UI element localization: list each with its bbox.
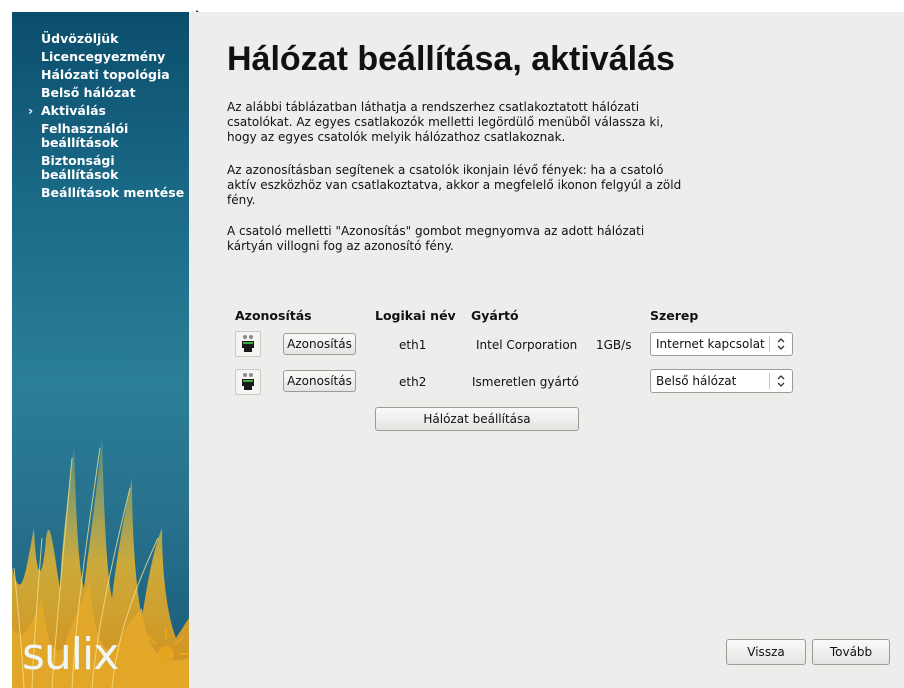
step-save-settings[interactable]: Beállítások mentése xyxy=(41,186,186,200)
role-select-eth1[interactable]: Internet kapcsolat xyxy=(650,332,793,356)
step-user-settings[interactable]: Felhasználói beállítások xyxy=(41,122,186,150)
page-title: Hálózat beállítása, aktiválás xyxy=(227,40,675,78)
sidebar: Üdvözöljük Licencegyezmény Hálózati topo… xyxy=(12,12,189,688)
configure-network-button[interactable]: Hálózat beállítása xyxy=(375,407,579,431)
next-button[interactable]: Tovább xyxy=(812,639,890,665)
step-welcome[interactable]: Üdvözöljük xyxy=(41,32,186,46)
updown-arrows-icon xyxy=(776,336,786,355)
current-step-arrow-icon: › xyxy=(28,103,34,118)
main-content: Hálózat beállítása, aktiválás Az alábbi … xyxy=(189,12,904,688)
step-network-topology[interactable]: Hálózati topológia xyxy=(41,68,186,82)
lights-paragraph: Az azonosításban segítenek a csatolók ik… xyxy=(227,163,682,207)
header-vendor: Gyártó xyxy=(471,308,519,323)
header-identify: Azonosítás xyxy=(235,308,312,323)
interface-name-eth1: eth1 xyxy=(399,338,427,352)
back-button[interactable]: Vissza xyxy=(726,639,806,665)
header-role: Szerep xyxy=(650,308,699,323)
step-internal-network[interactable]: Belső hálózat xyxy=(41,86,186,100)
vendor-eth1: Intel Corporation xyxy=(476,338,578,352)
identify-paragraph: A csatoló melletti "Azonosítás" gombot m… xyxy=(227,224,645,253)
vendor-eth2: Ismeretlen gyártó xyxy=(472,375,579,389)
step-security-settings[interactable]: Biztonsági beállítások xyxy=(41,154,186,182)
speed-eth1: 1GB/s xyxy=(596,338,632,352)
sulix-logo: sulix xyxy=(22,629,119,680)
step-activation[interactable]: › Aktiválás xyxy=(28,104,186,118)
network-card-icon xyxy=(235,331,261,357)
identify-button-eth2[interactable]: Azonosítás xyxy=(283,370,356,392)
step-list: Üdvözöljük Licencegyezmény Hálózati topo… xyxy=(28,32,186,204)
interface-name-eth2: eth2 xyxy=(399,375,427,389)
intro-paragraph: Az alábbi táblázatban láthatja a rendsze… xyxy=(227,100,664,144)
identify-button-eth1[interactable]: Azonosítás xyxy=(283,333,356,355)
updown-arrows-icon xyxy=(776,373,786,392)
installer-window: Üdvözöljük Licencegyezmény Hálózati topo… xyxy=(12,12,904,688)
header-logical-name: Logikai név xyxy=(375,308,456,323)
network-card-icon xyxy=(235,369,261,395)
role-select-eth2[interactable]: Belső hálózat xyxy=(650,369,793,393)
step-license[interactable]: Licencegyezmény xyxy=(41,50,186,64)
sun-logo-icon xyxy=(140,628,189,680)
